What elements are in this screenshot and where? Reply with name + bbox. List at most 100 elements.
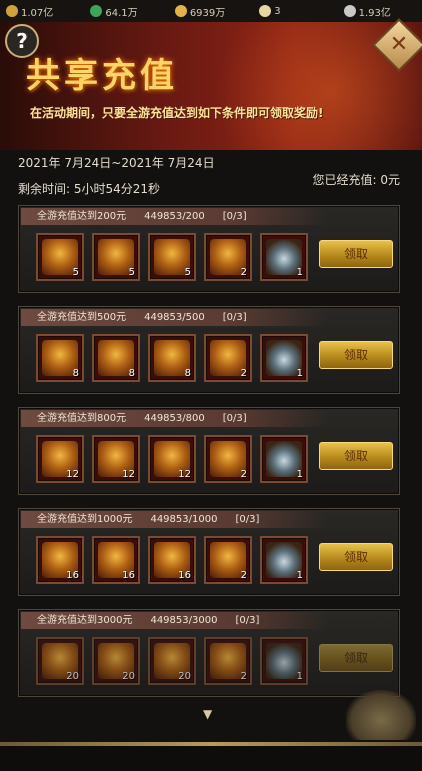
tier-progress: 449853/3000 xyxy=(150,615,218,626)
gold-ingot-icon xyxy=(6,5,18,17)
reward-item[interactable]: 2 xyxy=(204,637,252,685)
reward-item[interactable]: 1 xyxy=(260,536,308,584)
resource-silver[interactable]: 1.93亿 xyxy=(343,4,422,19)
jade-icon xyxy=(90,5,103,17)
reward-item[interactable]: 12 xyxy=(92,435,140,483)
item-count: 8 xyxy=(72,368,79,379)
tier-progress: 449853/500 xyxy=(144,312,205,323)
item-count: 8 xyxy=(128,368,135,379)
item-count: 5 xyxy=(72,267,79,278)
resource-jade[interactable]: 64.1万 xyxy=(90,4,168,19)
tier-title: 全游充值达到200元 xyxy=(37,211,127,222)
item-count: 1 xyxy=(296,368,303,379)
tier-header: 全游充值达到1000元 449853/1000 [0/3] xyxy=(21,511,327,528)
item-count: 2 xyxy=(240,469,247,480)
resource-gold[interactable]: 1.07亿 xyxy=(6,4,84,19)
claim-button[interactable]: 领取 xyxy=(319,442,393,470)
claim-button[interactable]: 领取 xyxy=(319,341,393,369)
reward-tier-card: 全游充值达到800元 449853/800 [0/3] 12 12 12 2 1 领取 xyxy=(18,407,400,495)
close-icon: ✕ xyxy=(389,32,409,57)
reward-item[interactable]: 1 xyxy=(260,637,308,685)
claim-button[interactable]: 领取 xyxy=(319,543,393,571)
feather-icon xyxy=(259,5,272,17)
tier-claims: [0/3] xyxy=(222,211,247,222)
resource-value: 1.93亿 xyxy=(358,7,391,19)
resource-value: 1.07亿 xyxy=(21,7,54,19)
item-count: 8 xyxy=(184,368,191,379)
reward-tier-card: 全游充值达到3000元 449853/3000 [0/3] 20 20 20 2 1 领取 xyxy=(18,609,400,697)
reward-item[interactable]: 20 xyxy=(148,637,196,685)
reward-item[interactable]: 2 xyxy=(204,536,252,584)
resource-coin[interactable]: 6939万 xyxy=(174,4,253,19)
reward-item[interactable]: 20 xyxy=(36,637,84,685)
item-count: 20 xyxy=(66,671,79,682)
item-count: 20 xyxy=(178,671,191,682)
item-count: 2 xyxy=(240,368,247,379)
resource-value: 64.1万 xyxy=(105,7,138,19)
bottom-strip xyxy=(0,742,422,746)
claim-button[interactable]: 领取 xyxy=(319,240,393,268)
tier-header: 全游充值达到500元 449853/500 [0/3] xyxy=(21,309,327,326)
item-count: 5 xyxy=(184,267,191,278)
item-count: 16 xyxy=(66,570,79,581)
tier-header: 全游充值达到800元 449853/800 [0/3] xyxy=(21,410,327,427)
reward-tier-card: 全游充值达到200元 449853/200 [0/3] 5 5 5 2 1 领取 xyxy=(18,205,400,293)
resource-feather[interactable]: 3 xyxy=(259,5,337,17)
item-count: 20 xyxy=(122,671,135,682)
item-count: 16 xyxy=(122,570,135,581)
reward-item[interactable]: 1 xyxy=(260,233,308,281)
reward-item[interactable]: 16 xyxy=(148,536,196,584)
reward-item[interactable]: 16 xyxy=(36,536,84,584)
item-count: 12 xyxy=(122,469,135,480)
reward-item[interactable]: 12 xyxy=(36,435,84,483)
tier-claims: [0/3] xyxy=(222,413,247,424)
pine-decoration xyxy=(346,690,416,740)
tier-header: 全游充值达到3000元 449853/3000 [0/3] xyxy=(21,612,327,629)
tier-claims: [0/3] xyxy=(222,312,247,323)
reward-item[interactable]: 1 xyxy=(260,334,308,382)
reward-item[interactable]: 2 xyxy=(204,435,252,483)
item-count: 1 xyxy=(296,570,303,581)
item-count: 12 xyxy=(178,469,191,480)
item-count: 1 xyxy=(296,469,303,480)
reward-item[interactable]: 12 xyxy=(148,435,196,483)
reward-item[interactable]: 20 xyxy=(92,637,140,685)
claim-button[interactable]: 领取 xyxy=(319,644,393,672)
item-count: 2 xyxy=(240,570,247,581)
resource-value: 3 xyxy=(274,5,281,17)
reward-item[interactable]: 5 xyxy=(92,233,140,281)
item-count: 2 xyxy=(240,267,247,278)
tier-title: 全游充值达到1000元 xyxy=(37,514,133,525)
tier-claims: [0/3] xyxy=(235,615,260,626)
help-button[interactable]: ? xyxy=(5,24,39,58)
reward-item[interactable]: 8 xyxy=(148,334,196,382)
scroll-down-icon[interactable]: ▼ xyxy=(203,707,212,721)
reward-item[interactable]: 8 xyxy=(36,334,84,382)
bottom-frame xyxy=(0,742,422,771)
silver-icon xyxy=(343,5,356,17)
item-count: 1 xyxy=(296,267,303,278)
reward-item[interactable]: 2 xyxy=(204,334,252,382)
tier-title: 全游充值达到3000元 xyxy=(37,615,133,626)
page-title: 共享充值 xyxy=(26,56,178,96)
item-count: 5 xyxy=(128,267,135,278)
reward-item[interactable]: 5 xyxy=(36,233,84,281)
reward-tier-card: 全游充值达到500元 449853/500 [0/3] 8 8 8 2 1 领取 xyxy=(18,306,400,394)
remaining-time: 剩余时间: 5小时54分21秒 xyxy=(18,182,161,196)
item-count: 16 xyxy=(178,570,191,581)
reward-item[interactable]: 8 xyxy=(92,334,140,382)
question-icon: ? xyxy=(16,29,28,53)
event-banner: 共享充值 在活动期间，只要全游充值达到如下条件即可领取奖励! xyxy=(0,22,422,150)
tier-progress: 449853/200 xyxy=(144,211,205,222)
reward-item[interactable]: 16 xyxy=(92,536,140,584)
reward-item[interactable]: 5 xyxy=(148,233,196,281)
resource-value: 6939万 xyxy=(189,7,226,19)
item-count: 1 xyxy=(296,671,303,682)
coin-icon xyxy=(174,5,187,17)
banner-subtitle: 在活动期间，只要全游充值达到如下条件即可领取奖励! xyxy=(30,106,324,120)
tier-header: 全游充值达到200元 449853/200 [0/3] xyxy=(21,208,327,225)
reward-item[interactable]: 1 xyxy=(260,435,308,483)
tier-progress: 449853/800 xyxy=(144,413,205,424)
event-date-range: 2021年 7月24日~2021年 7月24日 xyxy=(18,156,215,170)
reward-item[interactable]: 2 xyxy=(204,233,252,281)
